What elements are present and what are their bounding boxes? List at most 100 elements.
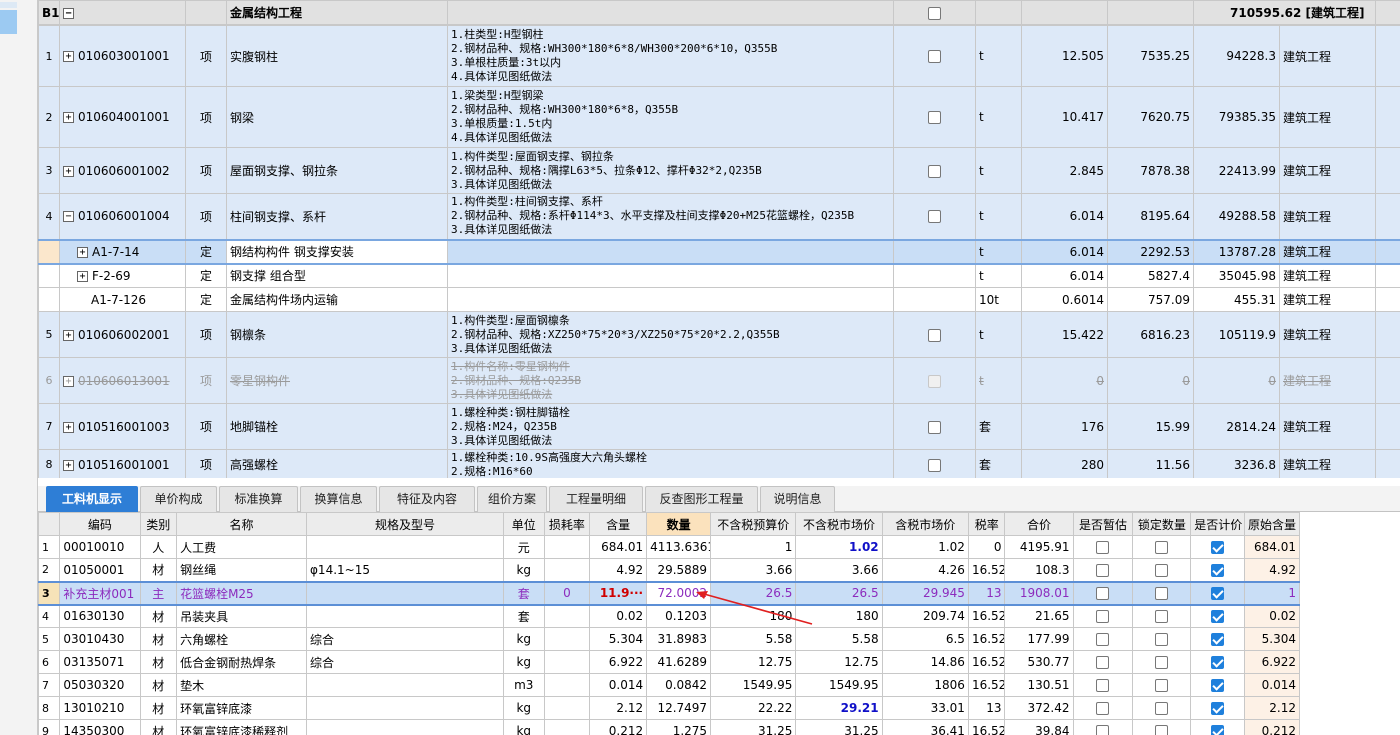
tab-9[interactable]: 说明信息 (760, 486, 835, 512)
expand-icon[interactable]: + (77, 270, 88, 282)
column-header[interactable]: 类别 (139, 512, 178, 536)
item-name[interactable]: 金属结构件场内运输 (226, 287, 448, 312)
column-header[interactable]: 是否暂估 (1072, 512, 1134, 536)
priced-checkbox[interactable] (1211, 679, 1225, 692)
bill-item-row[interactable]: 5 +010606002001 项钢檩条 1.构件类型:屋面钢檩条 2.钢材品种、规格:… (38, 311, 1400, 358)
item-features[interactable] (447, 263, 894, 288)
item-checkbox[interactable] (928, 458, 941, 472)
priced-checkbox[interactable] (1211, 725, 1225, 735)
provisional-checkbox[interactable] (1096, 541, 1110, 554)
tab-1[interactable]: 工料机显示 (46, 486, 138, 512)
item-checkbox[interactable] (928, 374, 941, 388)
item-checkbox[interactable] (928, 420, 941, 434)
lock-qty-checkbox[interactable] (1155, 679, 1169, 692)
item-features[interactable] (447, 238, 894, 265)
column-header[interactable]: 单位 (502, 512, 545, 536)
column-header[interactable]: 原始含量 (1244, 512, 1300, 536)
priced-checkbox[interactable] (1211, 587, 1225, 600)
bill-item-row[interactable]: 3 +010606001002 项屋面钢支撑、钢拉条 1.构件类型:屋面钢支撑、钢拉条… (38, 147, 1400, 194)
lock-qty-checkbox[interactable] (1155, 610, 1169, 624)
bill-item-row[interactable]: 2 +010604001001 项钢梁 1.梁类型:H型钢梁 2.钢材品种、规格:WH3… (38, 86, 1400, 148)
collapse-icon[interactable]: − (63, 211, 74, 223)
column-header[interactable]: 不含税市场价 (795, 512, 883, 536)
item-features[interactable]: 1.构件类型:柱间钢支撑、系杆 2.钢材品种、规格:系杆Φ114*3、水平支撑及柱… (447, 193, 894, 240)
tab-4[interactable]: 换算信息 (300, 486, 377, 512)
resource-row[interactable]: 1 00010010 人人工费元 684.01 4113.6361 1 1.02 1.02 0 4… (38, 535, 1300, 559)
expand-icon[interactable]: + (63, 329, 74, 341)
column-header[interactable]: 是否计价 (1190, 512, 1246, 536)
column-header[interactable]: 编码 (59, 512, 141, 536)
item-name[interactable]: 实腹钢柱 (226, 25, 448, 87)
column-header[interactable]: 名称 (176, 512, 308, 536)
tab-3[interactable]: 标准换算 (219, 486, 298, 512)
item-features[interactable]: 1.螺栓种类:10.9S高强度大六角头螺栓 2.规格:M16*60 (447, 449, 894, 478)
collapse-icon[interactable]: − (63, 7, 74, 19)
provisional-checkbox[interactable] (1096, 702, 1110, 715)
priced-checkbox[interactable] (1211, 633, 1225, 646)
column-header[interactable]: 损耗率 (543, 512, 591, 536)
column-header[interactable]: 规格及型号 (306, 512, 504, 536)
item-name[interactable]: 钢檩条 (226, 311, 448, 358)
resource-row[interactable]: 8 13010210 材环氧富锌底漆 kg 2.12 12.7497 22.22 29.21 3… (38, 696, 1300, 720)
item-features[interactable]: 1.柱类型:H型钢柱 2.钢材品种、规格:WH300*180*6*8/WH300*… (447, 25, 894, 87)
column-header[interactable]: 税率 (967, 512, 1006, 536)
priced-checkbox[interactable] (1211, 656, 1225, 669)
item-features[interactable]: 1.构件类型:屋面钢檩条 2.钢材品种、规格:XZ250*75*20*3/XZ25… (447, 311, 894, 358)
tab-2[interactable]: 单价构成 (140, 486, 217, 512)
item-features[interactable] (447, 287, 894, 312)
lock-qty-checkbox[interactable] (1155, 702, 1169, 715)
resource-row[interactable]: 2 01050001 材钢丝绳 φ14.1~15 kg 4.92 29.5889 3.66 3.… (38, 558, 1300, 582)
lock-qty-checkbox[interactable] (1155, 541, 1169, 554)
item-checkbox[interactable] (928, 210, 941, 224)
lock-qty-checkbox[interactable] (1155, 633, 1169, 646)
expand-icon[interactable]: + (63, 375, 74, 387)
column-header[interactable]: 含税市场价 (881, 512, 969, 536)
provisional-checkbox[interactable] (1096, 725, 1110, 735)
section-checkbox[interactable] (928, 6, 941, 20)
lock-qty-checkbox[interactable] (1155, 656, 1169, 669)
resource-row[interactable]: 7 05030320 材垫木 m3 0.014 0.0842 1549.95 1549.95 1… (38, 673, 1300, 697)
bill-item-row[interactable]: 4−010606001004 项柱间钢支撑、系杆 1.构件类型:柱间钢支撑、系杆 2.… (38, 193, 1400, 240)
section-header-row[interactable]: B1 − 金属结构工程 710595.62 [建筑工程] (38, 0, 1400, 25)
priced-checkbox[interactable] (1211, 702, 1225, 715)
expand-icon[interactable]: + (77, 246, 88, 258)
item-name[interactable]: 零星钢构件 (226, 357, 448, 404)
resource-row[interactable]: 6 03135071 材低合金钢耐热焊条 综合 kg 6.922 41.6289 12.75 1… (38, 650, 1300, 674)
column-header[interactable]: 锁定数量 (1132, 512, 1192, 536)
resource-row[interactable]: 4 01630130 材吊装夹具套 0.02 0.1203 180 180 209.74 16.… (38, 604, 1300, 628)
item-checkbox[interactable] (928, 328, 941, 342)
column-header[interactable]: 合价 (1004, 512, 1074, 536)
item-checkbox[interactable] (928, 50, 941, 63)
provisional-checkbox[interactable] (1096, 587, 1110, 600)
provisional-checkbox[interactable] (1096, 610, 1110, 624)
item-name[interactable]: 高强螺栓 (226, 449, 448, 478)
tab-6[interactable]: 组价方案 (477, 486, 547, 512)
item-features[interactable]: 1.构件类型:屋面钢支撑、钢拉条 2.钢材品种、规格:隅撑L63*5、拉条Φ12、… (447, 147, 894, 194)
provisional-checkbox[interactable] (1096, 656, 1110, 669)
lock-qty-checkbox[interactable] (1155, 563, 1169, 577)
bill-item-row[interactable]: 8 +010516001001 项高强螺栓 1.螺栓种类:10.9S高强度大六角头螺栓… (38, 449, 1400, 478)
item-features[interactable]: 1.螺栓种类:钢柱脚锚栓 2.规格:M24，Q235B 3.具体详见图纸做法 (447, 403, 894, 450)
item-checkbox[interactable] (928, 111, 941, 124)
lock-qty-checkbox[interactable] (1155, 725, 1169, 735)
tab-5[interactable]: 特征及内容 (379, 486, 475, 512)
item-features[interactable]: 1.构件名称:零星钢构件 2.钢材品种、规格:Q235B 3.具体详见图纸做法 (447, 357, 894, 404)
column-header[interactable]: 数量 (646, 512, 712, 536)
bill-item-row[interactable]: 1 +010603001001 项实腹钢柱 1.柱类型:H型钢柱 2.钢材品种、规格:W… (38, 25, 1400, 87)
expand-icon[interactable]: + (63, 51, 74, 62)
item-name[interactable]: 屋面钢支撑、钢拉条 (226, 147, 448, 194)
column-header[interactable]: 不含税预算价 (710, 512, 797, 536)
tab-8[interactable]: 反查图形工程量 (645, 486, 758, 512)
item-name[interactable]: 柱间钢支撑、系杆 (226, 193, 448, 240)
item-name[interactable]: 钢支撑 组合型 (226, 263, 448, 288)
tab-7[interactable]: 工程量明细 (549, 486, 643, 512)
quota-row[interactable]: + A1-7-14 定钢结构构件 钢支撑安装 t 6.014 2292.53 13787.2… (38, 238, 1400, 265)
resource-row[interactable]: 3 补充主材001 主花篮螺栓M25 套 0 11.9··· 72.0002 26.5 26.5… (38, 580, 1300, 606)
item-name[interactable]: 地脚锚栓 (226, 403, 448, 450)
item-name[interactable]: 钢结构构件 钢支撑安装 (226, 238, 448, 265)
item-checkbox[interactable] (928, 164, 941, 178)
resource-row[interactable]: 9 14350300 材环氧富锌底漆稀释剂 kg 0.212 1.275 31.25 31.2… (38, 719, 1300, 735)
expand-icon[interactable]: + (63, 165, 74, 177)
nav-selected-item[interactable] (0, 10, 17, 34)
bill-item-row[interactable]: 7 +010516001003 项地脚锚栓 1.螺栓种类:钢柱脚锚栓 2.规格:M24，… (38, 403, 1400, 450)
